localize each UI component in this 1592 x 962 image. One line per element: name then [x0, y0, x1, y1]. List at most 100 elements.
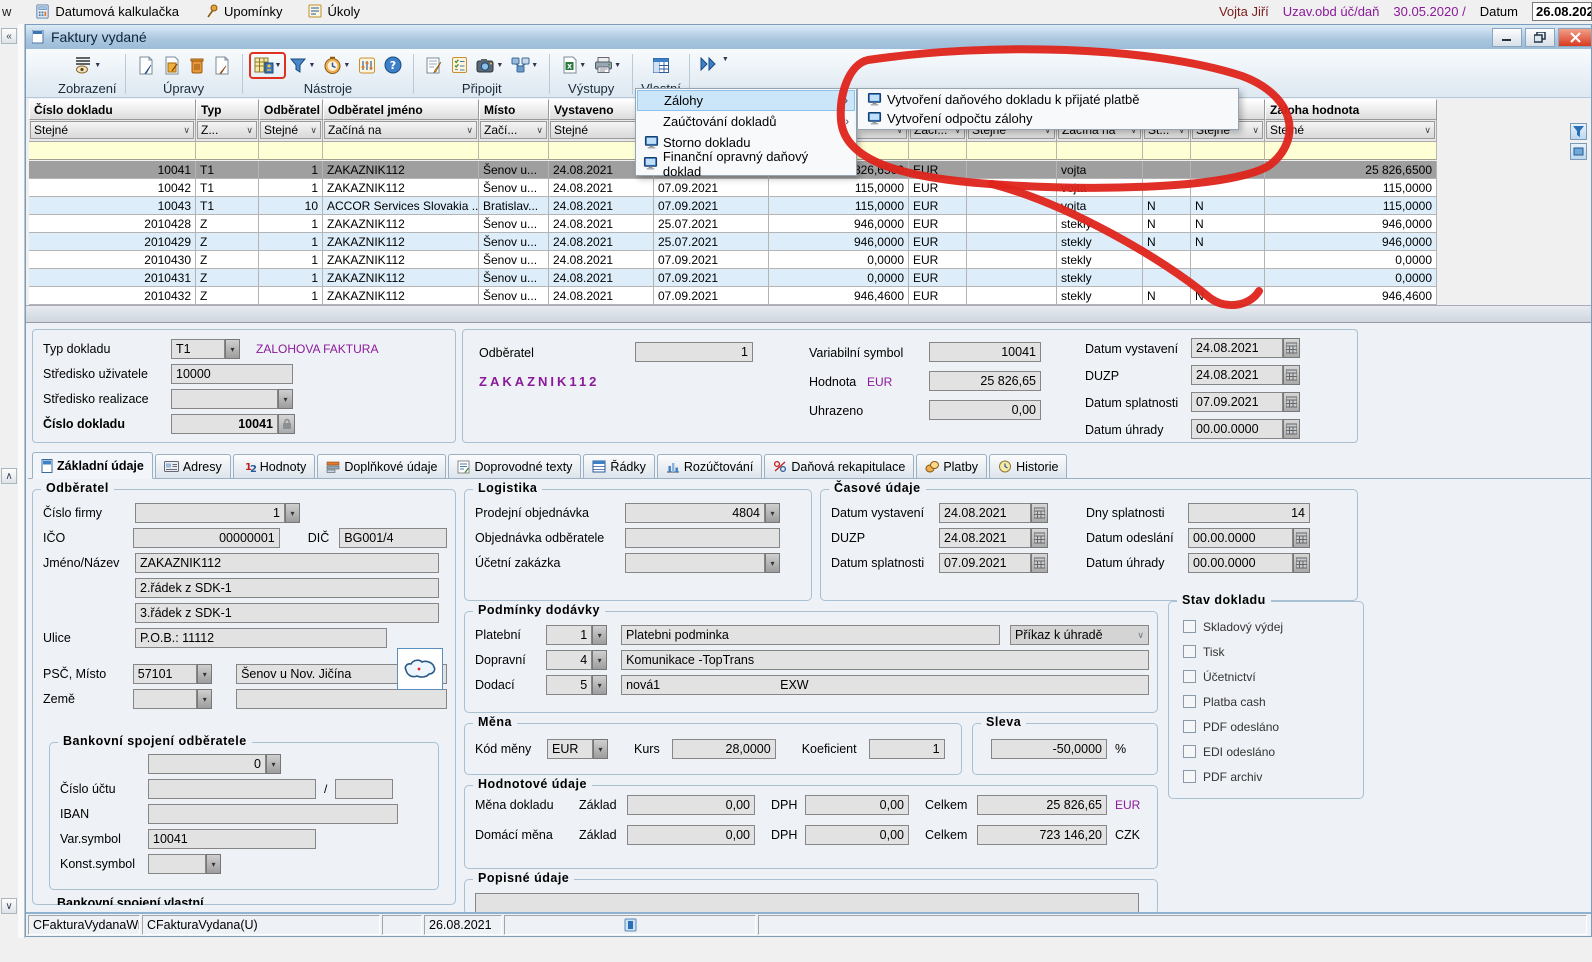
- filter-clear-button[interactable]: [1570, 143, 1587, 160]
- bank-index-spinner[interactable]: ▾: [266, 754, 281, 774]
- quick-filter-cell[interactable]: [1143, 142, 1191, 160]
- due-date-calendar-button[interactable]: [1283, 392, 1300, 412]
- time-due-calendar-button[interactable]: [1031, 553, 1048, 573]
- discount-field[interactable]: -50,0000: [991, 739, 1107, 759]
- duzp-calendar-button[interactable]: [1283, 365, 1300, 385]
- delete-button[interactable]: [186, 54, 208, 77]
- quick-filter-cell[interactable]: [1265, 142, 1437, 160]
- variable-symbol-field[interactable]: 10041: [929, 342, 1041, 362]
- table-row[interactable]: 2010431Z1ZAKAZNIK112Šenov u...24.08.2021…: [29, 269, 1437, 287]
- zip-field[interactable]: 57101: [133, 664, 198, 684]
- realization-center-field[interactable]: [171, 389, 278, 409]
- tab-z-kladn-daje[interactable]: Základní údaje: [32, 452, 153, 479]
- accounting-job-field[interactable]: [625, 553, 765, 573]
- top-menu-item[interactable]: Upomínky: [205, 4, 283, 19]
- tab-da-ov-rekapitulace[interactable]: Daňová rekapitulace: [764, 454, 914, 478]
- tab-doprovodn-texty[interactable]: Doprovodné texty: [448, 454, 581, 478]
- quick-filter-cell[interactable]: [1191, 142, 1265, 160]
- vat-field[interactable]: 0,00: [805, 795, 909, 815]
- collapse-panel-button[interactable]: «: [1, 28, 17, 44]
- customer-name-line2-field[interactable]: 2.řádek z SDK-1: [135, 578, 439, 598]
- quick-filter-cell[interactable]: [323, 142, 479, 160]
- column-header[interactable]: Číslo dokladu: [29, 99, 196, 120]
- account-number-field[interactable]: [148, 779, 316, 799]
- var-symbol-field[interactable]: 10041: [148, 829, 316, 849]
- filter-apply-button[interactable]: [1570, 123, 1587, 140]
- grid-filter-button[interactable]: ▼: [251, 54, 285, 77]
- checkbox-tisk[interactable]: [1183, 645, 1196, 658]
- coefficient-field[interactable]: 1: [869, 739, 945, 759]
- currency-code-spinner[interactable]: ▾: [593, 739, 608, 759]
- checkbox-platba-cash[interactable]: [1183, 695, 1196, 708]
- quick-filter-cell[interactable]: [259, 142, 323, 160]
- transport-terms-spinner[interactable]: ▾: [592, 650, 607, 670]
- ico-field[interactable]: 00000001: [133, 528, 280, 548]
- table-row[interactable]: 2010432Z1ZAKAZNIK112Šenov u...24.08.2021…: [29, 287, 1437, 305]
- window-titlebar[interactable]: Faktury vydané: [26, 25, 1591, 49]
- transport-terms-code-field[interactable]: 4: [546, 650, 592, 670]
- bank-code-field[interactable]: [335, 779, 393, 799]
- checklist-button[interactable]: [448, 54, 471, 76]
- checkbox--etnictv-[interactable]: [1183, 670, 1196, 683]
- menu-item-finan-n-opravn-da-ov-doklad[interactable]: Finanční opravný daňový doklad: [637, 153, 855, 174]
- paid-field[interactable]: 0,00: [929, 400, 1041, 420]
- quick-filter-cell[interactable]: [479, 142, 549, 160]
- table-row[interactable]: 2010429Z1ZAKAZNIK112Šenov u...24.08.2021…: [29, 233, 1437, 251]
- exchange-rate-field[interactable]: 28,0000: [672, 739, 776, 759]
- const-symbol-spinner[interactable]: ▾: [206, 854, 221, 874]
- payment-terms-text-field[interactable]: Platebni podminka: [621, 625, 1000, 645]
- quick-filter-cell[interactable]: [29, 142, 196, 160]
- quick-filter-cell[interactable]: [909, 142, 967, 160]
- current-date-field[interactable]: 26.08.202: [1532, 2, 1592, 21]
- time-duzp-calendar-button[interactable]: [1031, 528, 1048, 548]
- duzp-field[interactable]: 24.08.2021: [1191, 365, 1283, 385]
- column-header[interactable]: Odběratel jméno: [323, 99, 479, 120]
- tab-hodnoty[interactable]: 12Hodnoty: [233, 454, 316, 478]
- copy-doc-button[interactable]: [210, 54, 234, 77]
- sales-order-field[interactable]: 4804: [625, 503, 765, 523]
- customer-name-field[interactable]: ZAKAZNIK112: [135, 553, 439, 573]
- company-number-spinner[interactable]: ▾: [285, 503, 300, 523]
- new-doc-button[interactable]: [134, 54, 158, 77]
- camera-button[interactable]: ▼: [473, 55, 506, 76]
- issue-date-calendar-button[interactable]: [1283, 338, 1300, 358]
- top-menu-item[interactable]: Úkoly: [308, 4, 360, 19]
- sales-order-spinner[interactable]: ▾: [765, 503, 780, 523]
- menu-item-za-tov-n-doklad-[interactable]: Zaúčtování dokladů›: [637, 111, 855, 132]
- tab-roz-tov-n-[interactable]: Rozúčtování: [657, 454, 762, 478]
- quick-filter-cell[interactable]: [196, 142, 259, 160]
- filter-combo[interactable]: Stejné∨: [1266, 121, 1435, 139]
- descriptive-field[interactable]: [475, 893, 1139, 913]
- tab-dopl-kov-daje[interactable]: Doplňkové údaje: [317, 454, 446, 478]
- menu-item-z-lohy[interactable]: Zálohy›: [637, 90, 855, 111]
- top-menu-item[interactable]: Datumová kalkulačka: [35, 4, 179, 19]
- scroll-up-button[interactable]: ∧: [1, 468, 17, 484]
- accounting-job-spinner[interactable]: ▾: [765, 553, 780, 573]
- scroll-down-button[interactable]: ∨: [1, 898, 17, 914]
- vat-field[interactable]: 0,00: [805, 825, 909, 845]
- dic-field[interactable]: BG001/4: [339, 528, 447, 548]
- table-row[interactable]: 2010428Z1ZAKAZNIK112Šenov u...24.08.2021…: [29, 215, 1437, 233]
- funnel-button[interactable]: ▼: [286, 54, 318, 77]
- due-days-field[interactable]: 14: [1188, 503, 1310, 523]
- excel-button[interactable]: x▼: [558, 54, 589, 76]
- time-due-field[interactable]: 07.09.2021: [939, 553, 1031, 573]
- sliders-button[interactable]: [355, 54, 379, 77]
- tab--dky[interactable]: Řádky: [583, 454, 654, 478]
- paid-date-field[interactable]: 00.00.0000: [1188, 553, 1293, 573]
- table-row[interactable]: 2010430Z1ZAKAZNIK112Šenov u...24.08.2021…: [29, 251, 1437, 269]
- horizontal-splitter[interactable]: [26, 305, 1591, 323]
- sent-date-calendar-button[interactable]: [1293, 528, 1310, 548]
- realization-center-spinner[interactable]: ▾: [278, 389, 293, 409]
- value-field[interactable]: 25 826,65: [929, 371, 1041, 391]
- view-button[interactable]: ▼: [70, 54, 104, 77]
- table-row[interactable]: 10043T110ACCOR Services Slovakia ...Brat…: [29, 197, 1437, 215]
- time-issue-field[interactable]: 24.08.2021: [939, 503, 1031, 523]
- filter-combo[interactable]: Stejné∨: [260, 121, 321, 139]
- column-header[interactable]: Záloha hodnota: [1265, 99, 1437, 120]
- due-date-field[interactable]: 07.09.2021: [1191, 392, 1283, 412]
- close-button[interactable]: [1558, 28, 1592, 47]
- doc-number-field[interactable]: 10041: [171, 414, 278, 434]
- quick-filter-cell[interactable]: [967, 142, 1057, 160]
- note-button[interactable]: [422, 54, 446, 77]
